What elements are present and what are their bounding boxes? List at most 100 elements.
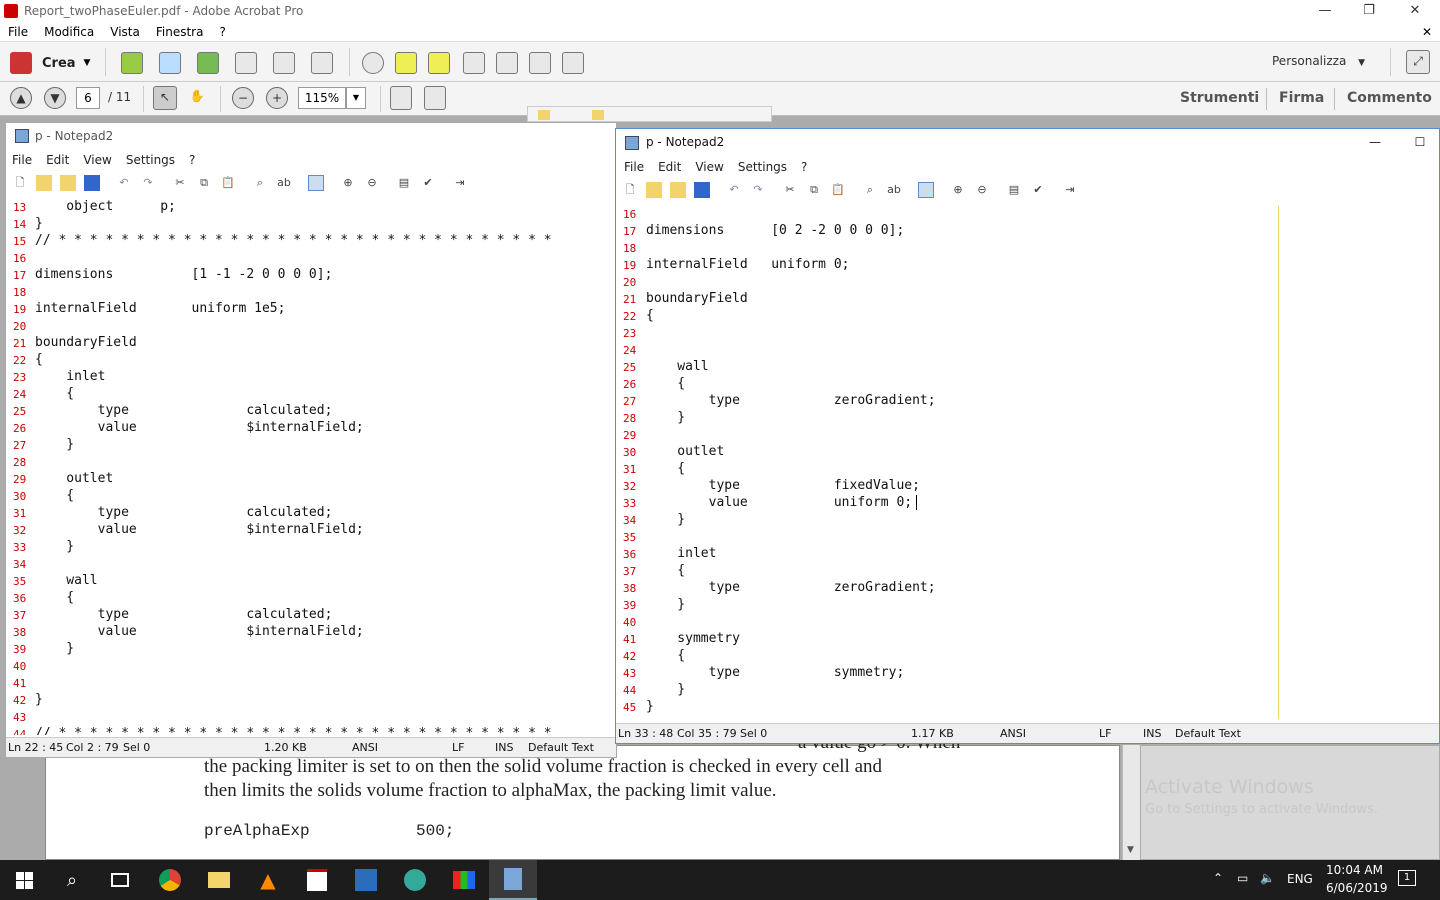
zoom-input[interactable]: 115% <box>298 87 346 109</box>
scheme-icon[interactable]: ▤ <box>396 175 412 191</box>
search-document-icon[interactable] <box>496 52 518 74</box>
pdf-scrollbar[interactable]: ▼ <box>1122 745 1140 860</box>
solver-app-icon[interactable] <box>342 860 390 900</box>
copy-icon[interactable]: ⧉ <box>806 182 822 198</box>
exit-icon[interactable]: ⇥ <box>1062 182 1078 198</box>
chrome-icon[interactable] <box>146 860 194 900</box>
sign-link[interactable]: Firma <box>1279 90 1324 106</box>
scheme-icon[interactable]: ▤ <box>1006 182 1022 198</box>
file-explorer-icon[interactable] <box>195 860 243 900</box>
open-icon[interactable] <box>36 175 52 191</box>
zoom-in-icon[interactable]: ⊕ <box>950 182 966 198</box>
menu-edit[interactable]: Edit <box>658 160 681 174</box>
word-wrap-icon[interactable] <box>308 175 324 191</box>
notepad2-taskbar-icon[interactable] <box>489 860 537 900</box>
new-file-icon[interactable]: 🗋 <box>12 175 28 191</box>
acrobat-close-button[interactable]: ✕ <box>1392 0 1438 22</box>
zoom-in-icon[interactable]: ⊕ <box>340 175 356 191</box>
save-icon[interactable] <box>84 175 100 191</box>
export-icon[interactable] <box>529 52 551 74</box>
personalizza-dropdown[interactable]: Personalizza ▼ <box>1272 54 1365 68</box>
zoom-out-icon[interactable]: − <box>232 87 254 109</box>
notepad-maximize-button[interactable]: ☐ <box>1411 129 1429 155</box>
customize-icon[interactable]: ✔ <box>1030 182 1046 198</box>
edit-document-icon[interactable] <box>273 52 295 74</box>
menu-modifica[interactable]: Modifica <box>36 22 102 42</box>
paraview-icon[interactable] <box>391 860 439 900</box>
email-icon[interactable] <box>311 52 333 74</box>
menu-file[interactable]: File <box>0 22 36 42</box>
chevron-up-icon[interactable]: ⌃ <box>1213 871 1223 885</box>
undo-icon[interactable]: ↶ <box>726 182 742 198</box>
cut-icon[interactable]: ✂ <box>172 175 188 191</box>
search-icon[interactable]: ⌕ <box>48 860 96 900</box>
clock-date[interactable]: 6/06/2019 <box>1326 881 1388 895</box>
notepad-minimize-button[interactable]: — <box>1366 129 1384 155</box>
fit-page-icon[interactable] <box>390 86 412 110</box>
upload-cloud-icon[interactable] <box>197 52 219 74</box>
redo-icon[interactable]: ↷ <box>140 175 156 191</box>
select-cursor-icon[interactable]: ↖ <box>153 86 177 110</box>
task-view-icon[interactable] <box>96 860 144 900</box>
exit-icon[interactable]: ⇥ <box>452 175 468 191</box>
matlab-icon[interactable]: ▲ <box>244 860 292 900</box>
zoom-out-icon[interactable]: ⊖ <box>364 175 380 191</box>
zoom-dropdown-icon[interactable]: ▼ <box>346 87 366 109</box>
find-icon[interactable]: ⌕ <box>862 182 878 198</box>
comment-icon[interactable] <box>395 52 417 74</box>
browse-icon[interactable] <box>60 175 76 191</box>
fullscreen-icon[interactable] <box>424 86 446 110</box>
clock-time[interactable]: 10:04 AM <box>1326 863 1383 877</box>
tools-link[interactable]: Strumenti <box>1180 90 1259 106</box>
page-number-input[interactable]: 6 <box>76 87 100 109</box>
menu-view[interactable]: View <box>695 160 723 174</box>
paste-icon[interactable]: 📋 <box>220 175 236 191</box>
language-indicator[interactable]: ENG <box>1287 872 1313 886</box>
menu-file[interactable]: File <box>12 153 32 167</box>
menu-file[interactable]: File <box>624 160 644 174</box>
menu-vista[interactable]: Vista <box>102 22 148 42</box>
crea-button[interactable]: Crea ▼ <box>10 50 90 76</box>
replace-icon[interactable]: ab <box>886 182 902 198</box>
save-icon[interactable] <box>694 182 710 198</box>
menu-help[interactable]: ? <box>801 160 807 174</box>
comment-link[interactable]: Commento <box>1347 90 1432 106</box>
menu-settings[interactable]: Settings <box>126 153 175 167</box>
zoom-in-icon[interactable]: + <box>266 87 288 109</box>
menu-finestra[interactable]: Finestra <box>148 22 212 42</box>
acrobat-taskbar-icon[interactable] <box>293 860 341 900</box>
network-icon[interactable]: ▭ <box>1237 871 1248 885</box>
find-icon[interactable]: ⌕ <box>252 175 268 191</box>
menu-settings[interactable]: Settings <box>738 160 787 174</box>
sign-icon[interactable] <box>562 52 584 74</box>
expand-icon[interactable]: ⤢ <box>1406 50 1430 74</box>
start-button[interactable] <box>0 860 48 900</box>
cut-icon[interactable]: ✂ <box>782 182 798 198</box>
new-file-icon[interactable]: 🗋 <box>622 182 638 198</box>
next-page-icon[interactable]: ▼ <box>44 87 66 109</box>
menu-edit[interactable]: Edit <box>46 153 69 167</box>
delete-pages-icon[interactable] <box>463 52 485 74</box>
acrobat-minimize-button[interactable]: — <box>1302 0 1348 22</box>
menu-help[interactable]: ? <box>211 22 233 42</box>
customize-icon[interactable]: ✔ <box>420 175 436 191</box>
gear-icon[interactable] <box>362 52 384 74</box>
menu-help[interactable]: ? <box>189 153 195 167</box>
notification-icon[interactable]: 1 <box>1398 870 1416 886</box>
highlight-icon[interactable] <box>428 52 450 74</box>
chart-app-icon[interactable] <box>440 860 488 900</box>
copy-icon[interactable]: ⧉ <box>196 175 212 191</box>
acrobat-restore-button[interactable]: ❐ <box>1346 0 1392 22</box>
browse-icon[interactable] <box>670 182 686 198</box>
previous-page-icon[interactable]: ▲ <box>10 87 32 109</box>
notepad-right-editor[interactable]: 16 17 dimensions [0 2 -2 0 0 0 0]; 18 19 inte… <box>616 206 1439 718</box>
scroll-down-icon[interactable]: ▼ <box>1127 845 1134 855</box>
hand-tool-icon[interactable]: ✋ <box>185 86 209 110</box>
notepad-left-editor[interactable]: 13 object p; 14} 15// * * * * * * * * * * … <box>6 199 611 735</box>
replace-icon[interactable]: ab <box>276 175 292 191</box>
zoom-out-icon[interactable]: ⊖ <box>974 182 990 198</box>
volume-icon[interactable]: 🔈 <box>1260 871 1275 885</box>
save-icon[interactable] <box>159 52 181 74</box>
word-wrap-icon[interactable] <box>918 182 934 198</box>
menu-view[interactable]: View <box>83 153 111 167</box>
